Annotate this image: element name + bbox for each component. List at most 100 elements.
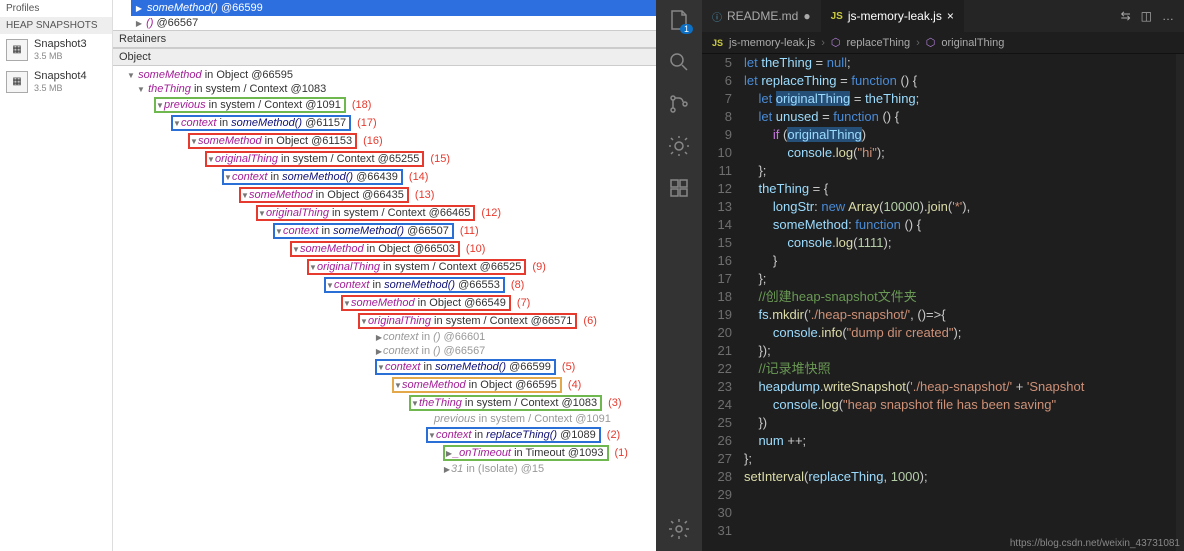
toggle-icon[interactable] <box>241 189 249 201</box>
tree-row[interactable]: someMethod in Object @61153(16) <box>127 132 656 150</box>
toggle-icon[interactable] <box>207 153 215 165</box>
devtools-sidebar: Profiles HEAP SNAPSHOTS ▦ Snapshot3 3.5 … <box>0 0 113 551</box>
tree-row[interactable]: context in someMethod() @66507(11) <box>127 222 656 240</box>
toggle-icon[interactable] <box>443 463 451 475</box>
annotation: (3) <box>608 397 621 409</box>
toggle-icon[interactable] <box>343 297 351 309</box>
toggle-icon[interactable] <box>156 99 164 111</box>
object-id: @66503 <box>413 243 455 255</box>
close-icon[interactable]: × <box>947 9 954 23</box>
tree-row[interactable]: someMethod in Object @66595(4) <box>127 376 656 394</box>
object-id: @1091 <box>575 413 611 425</box>
tree-row[interactable]: someMethod in Object @66549(7) <box>127 294 656 312</box>
crumb[interactable]: replaceThing <box>846 37 910 49</box>
object-id: @66465 <box>429 207 471 219</box>
prop-name: context <box>436 429 471 441</box>
split-icon[interactable]: ◫ <box>1141 9 1152 23</box>
toggle-icon[interactable] <box>258 207 266 219</box>
tree-row[interactable]: theThing in system / Context @1083 <box>127 82 656 96</box>
toggle-icon[interactable] <box>275 225 283 237</box>
tree-row[interactable]: originalThing in system / Context @65255… <box>127 150 656 168</box>
snapshot-item[interactable]: ▦ Snapshot4 3.5 MB <box>0 66 112 98</box>
collapse-icon[interactable] <box>137 83 145 95</box>
toggle-icon[interactable] <box>445 447 453 459</box>
tree-row[interactable]: someMethod in Object @66435(13) <box>127 186 656 204</box>
annotation: (14) <box>409 171 429 183</box>
toggle-icon[interactable] <box>173 117 181 129</box>
collapse-icon[interactable] <box>127 69 135 81</box>
tree-row[interactable]: context in () @66567 <box>127 344 656 358</box>
object-id: @61157 <box>305 117 346 129</box>
tree-row[interactable]: context in someMethod() @61157(17) <box>127 114 656 132</box>
code-editor[interactable]: 5678910111213141516171819202122232425262… <box>702 54 1184 551</box>
toggle-icon[interactable] <box>377 361 385 373</box>
prop-name: context <box>232 171 267 183</box>
annotation: (16) <box>363 135 383 147</box>
context-label: in (Isolate) <box>466 463 517 475</box>
code-content[interactable]: let theThing = null;let replaceThing = f… <box>744 54 1176 551</box>
tree-row[interactable]: () @66567 <box>131 16 656 30</box>
context-label: in Object <box>367 243 410 255</box>
context-label: in <box>475 429 484 441</box>
context-label: in <box>271 171 280 183</box>
annotation: (2) <box>607 429 620 441</box>
tree-row[interactable]: someMethod in Object @66595 <box>127 68 656 82</box>
object-id: @66525 <box>480 261 522 273</box>
toggle-icon[interactable] <box>224 171 232 183</box>
context-label: in system / Context <box>332 207 426 219</box>
minimap[interactable] <box>1176 54 1184 551</box>
more-icon[interactable]: … <box>1162 9 1174 23</box>
tree-row[interactable]: context in someMethod() @66599(5) <box>127 358 656 376</box>
tree-row[interactable]: _onTimeout in Timeout @1093(1) <box>127 444 656 462</box>
selected-row[interactable]: someMethod() @66599 <box>131 0 656 16</box>
js-icon: JS <box>712 38 723 48</box>
toggle-icon[interactable] <box>292 243 300 255</box>
expand-icon[interactable] <box>135 2 143 14</box>
js-icon: JS <box>831 11 843 22</box>
tree-row[interactable]: context in someMethod() @66553(8) <box>127 276 656 294</box>
crumb[interactable]: js-memory-leak.js <box>729 37 815 49</box>
prop-name: someMethod <box>249 189 313 201</box>
tree-row[interactable]: context in () @66601 <box>127 330 656 344</box>
tree-row[interactable]: previous in system / Context @1091 <box>127 412 656 426</box>
search-icon[interactable] <box>667 50 691 74</box>
toggle-icon[interactable] <box>375 345 383 357</box>
gear-icon[interactable] <box>667 517 691 541</box>
context-label: in <box>422 345 431 357</box>
toggle-icon[interactable] <box>326 279 334 291</box>
tree-row[interactable]: context in replaceThing() @1089(2) <box>127 426 656 444</box>
toggle-icon[interactable] <box>375 331 383 343</box>
object-id: @66601 <box>444 331 486 343</box>
toggle-icon[interactable] <box>394 379 402 391</box>
tree-row[interactable]: 31 in (Isolate) @15 <box>127 462 656 476</box>
expand-icon[interactable] <box>135 17 143 29</box>
toggle-icon[interactable] <box>360 315 368 327</box>
debug-icon[interactable] <box>667 134 691 158</box>
tree-row[interactable]: originalThing in system / Context @66465… <box>127 204 656 222</box>
crumb[interactable]: originalThing <box>941 37 1004 49</box>
toggle-icon[interactable] <box>309 261 317 273</box>
snapshot-item[interactable]: ▦ Snapshot3 3.5 MB <box>0 34 112 66</box>
breadcrumb[interactable]: JS js-memory-leak.js › ⬡ replaceThing › … <box>702 32 1184 54</box>
tree-row[interactable]: originalThing in system / Context @66525… <box>127 258 656 276</box>
extensions-icon[interactable] <box>667 176 691 200</box>
tree-row[interactable]: context in someMethod() @66439(14) <box>127 168 656 186</box>
toggle-icon[interactable] <box>411 397 419 409</box>
prop-name: someMethod <box>402 379 466 391</box>
toggle-icon[interactable] <box>428 429 436 441</box>
tab-readme[interactable]: ⓘ README.md ● <box>702 0 821 32</box>
annotation: (9) <box>532 261 545 273</box>
context-label: in Object <box>418 297 461 309</box>
git-icon[interactable] <box>667 92 691 116</box>
tree-row[interactable]: previous in system / Context @1091(18) <box>127 96 656 114</box>
tree-row[interactable]: someMethod in Object @66503(10) <box>127 240 656 258</box>
files-icon[interactable]: 1 <box>667 8 691 32</box>
compare-icon[interactable]: ⇆ <box>1121 9 1131 23</box>
method-name: someMethod() <box>147 2 218 14</box>
tree-row[interactable]: originalThing in system / Context @66571… <box>127 312 656 330</box>
cube-icon: ⬡ <box>831 36 841 49</box>
object-id: @66549 <box>464 297 506 309</box>
tree-row[interactable]: theThing in system / Context @1083(3) <box>127 394 656 412</box>
toggle-icon[interactable] <box>190 135 198 147</box>
tab-js-memory-leak[interactable]: JS js-memory-leak.js × <box>821 0 964 32</box>
